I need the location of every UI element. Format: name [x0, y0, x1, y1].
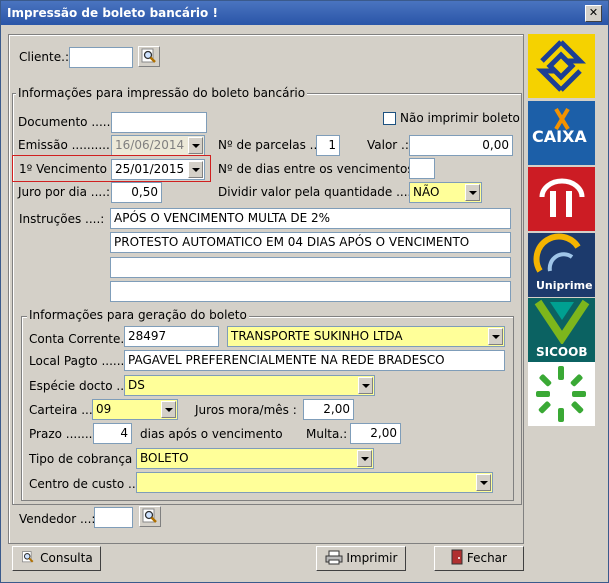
magnifier-icon	[22, 551, 34, 563]
impressao-legend: Informações para impressão do boleto ban…	[16, 86, 308, 100]
sicoob-text: SICOOB	[536, 345, 588, 359]
vendedor-input[interactable]	[94, 507, 133, 528]
prazo-suffix: dias após o vencimento	[140, 427, 283, 441]
especie-label: Espécie docto ...:	[29, 379, 132, 393]
centro-label: Centro de custo ...:	[29, 477, 144, 491]
juro-input[interactable]: 0,50	[111, 182, 162, 203]
vendedor-label: Vendedor ...:	[19, 512, 96, 526]
bradesco-logo[interactable]	[528, 167, 595, 231]
juros-input[interactable]: 2,00	[303, 399, 354, 420]
especie-dropdown-arrow[interactable]	[358, 377, 373, 394]
emissao-dropdown-arrow[interactable]	[188, 137, 203, 154]
instrucao-line-3[interactable]	[110, 257, 511, 278]
documento-label: Documento .....:	[18, 115, 115, 129]
imprimir-label: Imprimir	[346, 551, 398, 565]
imprimir-button[interactable]: Imprimir	[316, 546, 406, 571]
fechar-button[interactable]: Fechar	[434, 546, 524, 571]
emissao-date-input[interactable]: 16/06/2014	[111, 135, 205, 156]
fechar-label: Fechar	[466, 551, 507, 565]
dividir-dropdown-arrow[interactable]	[465, 184, 480, 201]
dividir-select[interactable]: NÃO	[409, 182, 482, 203]
instrucao-line-4[interactable]	[110, 281, 511, 302]
vencimento-value: 25/01/2015	[115, 162, 185, 176]
vencimento-label: 1º Vencimento :	[19, 162, 115, 176]
carteira-value: 09	[96, 402, 112, 416]
local-input[interactable]: PAGAVEL PREFERENCIALMENTE NA REDE BRADES…	[124, 350, 505, 371]
valor-input[interactable]: 0,00	[409, 135, 513, 156]
prazo-input[interactable]: 4	[93, 423, 132, 444]
nao-imprimir-label: Não imprimir boleto	[400, 111, 520, 125]
multa-label: Multa.:	[306, 427, 348, 441]
dividir-label: Dividir valor pela quantidade ......:	[218, 185, 424, 199]
sicoob-icon	[534, 299, 590, 346]
exit-door-icon	[451, 549, 463, 565]
uniprime-logo[interactable]: Uniprime	[528, 233, 595, 297]
conta-label: Conta Corrente.:	[29, 332, 129, 346]
consulta-button[interactable]: Consulta	[12, 546, 101, 571]
conta-nome-value: TRANSPORTE SUKINHO LTDA	[231, 329, 403, 343]
prazo-label: Prazo .......:	[29, 427, 97, 441]
dias-input[interactable]	[409, 158, 435, 179]
instrucao-line-1[interactable]: APÓS O VENCIMENTO MULTA DE 2%	[110, 208, 511, 229]
carteira-dropdown-arrow[interactable]	[161, 401, 176, 418]
cliente-label: Cliente.:	[19, 50, 69, 64]
documento-input[interactable]	[111, 112, 207, 133]
caixa-text: CAIXA	[532, 127, 587, 146]
local-label: Local Pagto .......:	[29, 354, 133, 368]
sicredi-sunburst-icon	[536, 366, 586, 422]
title-bar[interactable]: Impressão de boleto bancário ! ✕	[1, 1, 608, 25]
cliente-search-button[interactable]	[138, 46, 160, 67]
window-title: Impressão de boleto bancário !	[7, 6, 218, 20]
emissao-label: Emissão ............:	[18, 138, 122, 152]
valor-label: Valor .:	[367, 138, 409, 152]
multa-input[interactable]: 2,00	[350, 423, 401, 444]
magnifier-icon	[142, 508, 157, 523]
carteira-label: Carteira ....:	[29, 403, 101, 417]
juros-label: Juros mora/mês :	[195, 403, 297, 417]
bradesco-icon	[539, 178, 585, 217]
centro-select[interactable]	[136, 472, 493, 493]
dias-label: Nº de dias entre os vencimentos :	[218, 162, 422, 176]
vencimento-date-input[interactable]: 25/01/2015	[111, 159, 205, 180]
dividir-value: NÃO	[413, 185, 440, 199]
tipo-label: Tipo de cobrança :	[29, 452, 141, 466]
instrucoes-label: Instruções ....:	[19, 212, 105, 226]
conta-input[interactable]: 28497	[124, 326, 219, 347]
juro-label: Juro por dia ....:	[18, 185, 111, 199]
printer-icon	[325, 550, 343, 565]
close-button[interactable]: ✕	[585, 5, 602, 22]
especie-select[interactable]: DS	[124, 375, 375, 396]
uniprime-text: Uniprime	[536, 279, 593, 292]
caixa-logo[interactable]: CAIXA	[528, 101, 595, 165]
vendedor-search-button[interactable]	[139, 506, 161, 527]
geracao-legend: Informações para geração do boleto	[27, 308, 249, 322]
tipo-value: BOLETO	[140, 451, 189, 465]
sicredi-logo[interactable]	[528, 362, 595, 426]
magnifier-icon	[141, 48, 156, 63]
sicoob-logo[interactable]: SICOOB	[528, 298, 595, 362]
especie-value: DS	[128, 378, 145, 392]
centro-dropdown-arrow[interactable]	[476, 474, 491, 491]
uniprime-icon	[533, 233, 581, 273]
tipo-select[interactable]: BOLETO	[136, 448, 374, 469]
parcelas-input[interactable]: 1	[316, 135, 340, 156]
carteira-select[interactable]: 09	[92, 399, 178, 420]
tipo-dropdown-arrow[interactable]	[357, 450, 372, 467]
instrucao-line-2[interactable]: PROTESTO AUTOMATICO EM 04 DIAS APÓS O VE…	[110, 232, 511, 253]
conta-nome-select[interactable]: TRANSPORTE SUKINHO LTDA	[227, 326, 505, 347]
cliente-input[interactable]	[69, 47, 133, 68]
nao-imprimir-checkbox[interactable]	[383, 112, 396, 125]
banco-do-brasil-logo[interactable]	[528, 34, 595, 98]
parcelas-label: Nº de parcelas ..:	[218, 138, 322, 152]
consulta-label: Consulta	[40, 551, 93, 565]
emissao-value: 16/06/2014	[115, 138, 185, 152]
vencimento-dropdown-arrow[interactable]	[188, 161, 203, 178]
banco-do-brasil-icon	[535, 40, 587, 92]
dialog-window: Impressão de boleto bancário ! ✕ Cliente…	[0, 0, 609, 583]
conta-dropdown-arrow[interactable]	[488, 328, 503, 345]
